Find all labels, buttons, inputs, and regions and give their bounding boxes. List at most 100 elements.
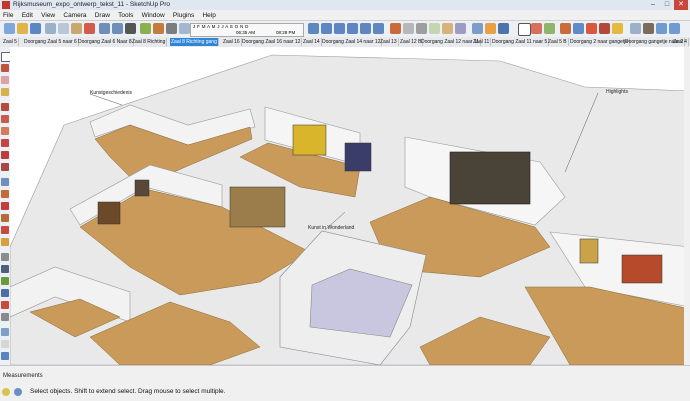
monochrome-icon[interactable] xyxy=(455,23,466,34)
protractor-icon[interactable] xyxy=(1,277,9,285)
menu-plugins[interactable]: Plugins xyxy=(170,11,197,21)
orbit-icon[interactable] xyxy=(630,23,641,34)
dimension-icon[interactable] xyxy=(1,265,9,273)
offset-icon[interactable] xyxy=(612,23,623,34)
minimize-button[interactable]: – xyxy=(646,0,660,10)
shadow-time-start: 06:35 AM xyxy=(236,30,256,35)
rotate-tool-icon[interactable] xyxy=(1,202,9,210)
front-view-icon[interactable] xyxy=(334,23,345,34)
vertical-scrollbar[interactable] xyxy=(684,47,690,365)
copy-icon[interactable] xyxy=(58,23,69,34)
pushpull-tool-icon[interactable] xyxy=(1,190,9,198)
select-tool-icon[interactable] xyxy=(518,23,531,36)
scale-tool-icon[interactable] xyxy=(1,226,9,234)
circle-tool-icon[interactable] xyxy=(1,151,9,159)
right-view-icon[interactable] xyxy=(347,23,358,34)
paint-bucket-icon[interactable] xyxy=(544,23,555,34)
text-tool-icon[interactable] xyxy=(1,289,9,297)
shaded-icon[interactable] xyxy=(429,23,440,34)
section-display-icon[interactable] xyxy=(485,23,496,34)
textures-icon[interactable] xyxy=(442,23,453,34)
eraser-icon[interactable] xyxy=(531,23,542,34)
cut-icon[interactable] xyxy=(45,23,56,34)
hidden-line-icon[interactable] xyxy=(416,23,427,34)
save-icon[interactable] xyxy=(30,23,41,34)
geolocation-icon[interactable] xyxy=(2,388,10,396)
new-file-icon[interactable] xyxy=(4,23,15,34)
model-info-icon[interactable] xyxy=(140,23,151,34)
make-component-icon[interactable] xyxy=(1,64,9,72)
scene-tab-4[interactable]: Zaal 8 Richting gang xyxy=(170,38,219,46)
model-viewport[interactable]: Kunstgeschiedenis Highlights Kunst in Wo… xyxy=(10,47,690,365)
top-view-icon[interactable] xyxy=(321,23,332,34)
tape-measure-icon[interactable] xyxy=(1,253,9,261)
scene-tab-1[interactable]: Doorgang Zaal 5 naar 6 xyxy=(23,38,79,46)
redo-icon[interactable] xyxy=(112,23,123,34)
back-view-icon[interactable] xyxy=(360,23,371,34)
menu-view[interactable]: View xyxy=(38,11,58,21)
iso-view-icon[interactable] xyxy=(308,23,319,34)
rectangle-tool-icon[interactable] xyxy=(1,139,9,147)
fog-icon[interactable] xyxy=(179,23,190,34)
pushpull-icon[interactable] xyxy=(560,23,571,34)
scene-tab-12[interactable]: Zaal 11 xyxy=(472,38,492,46)
section-plane-icon[interactable] xyxy=(472,23,483,34)
polygon-tool-icon[interactable] xyxy=(1,163,9,171)
shadow-settings-slider[interactable]: J F M A M J J A S O N D 06:35 AM 08:28 P… xyxy=(190,23,304,37)
credits-icon[interactable] xyxy=(14,388,23,396)
museum-model: Kunstgeschiedenis Highlights Kunst in Wo… xyxy=(10,54,690,365)
pan-icon[interactable] xyxy=(643,23,654,34)
components-icon[interactable] xyxy=(153,23,164,34)
menu-window[interactable]: Window xyxy=(139,11,168,21)
move-icon[interactable] xyxy=(573,23,584,34)
scene-tab-17[interactable]: Zaal 4 xyxy=(672,38,689,46)
paste-icon[interactable] xyxy=(71,23,82,34)
scene-tab-9[interactable]: Zaal 13 xyxy=(379,38,399,46)
print-icon[interactable] xyxy=(125,23,136,34)
shadows-icon[interactable] xyxy=(166,23,177,34)
menu-edit[interactable]: Edit xyxy=(19,11,36,21)
zoom-icon[interactable] xyxy=(656,23,667,34)
move-tool-icon[interactable] xyxy=(1,178,9,186)
open-folder-icon[interactable] xyxy=(17,23,28,34)
3d-text-icon[interactable] xyxy=(1,313,9,321)
scene-tab-7[interactable]: Zaal 14 xyxy=(302,38,322,46)
orbit-tool-icon[interactable] xyxy=(1,328,9,336)
menu-bar: File Edit View Camera Draw Tools Window … xyxy=(0,10,690,21)
arc-tool-icon[interactable] xyxy=(1,115,9,123)
section-cut-icon[interactable] xyxy=(498,23,509,34)
scene-tab-2[interactable]: Doorgang Zaal 6 Naar 8 xyxy=(77,38,134,46)
scene-tab-13[interactable]: Doorgang Zaal 11 naar 5 xyxy=(491,38,550,46)
line-tool-icon[interactable] xyxy=(1,103,9,111)
wireframe-icon[interactable] xyxy=(403,23,414,34)
menu-file[interactable]: File xyxy=(0,11,16,21)
scene-tab-5[interactable]: Zaal 16 xyxy=(222,38,242,46)
scene-tab-6[interactable]: Doorgang Zaal 16 naar 12 xyxy=(241,38,303,46)
eraser-tool-icon[interactable] xyxy=(1,76,9,84)
scene-tab-8[interactable]: Doorgang Zaal 14 naar 12 xyxy=(321,38,383,46)
scene-tab-0[interactable]: Zaal 5 xyxy=(2,38,19,46)
zoom-tool-icon[interactable] xyxy=(1,352,9,360)
freehand-tool-icon[interactable] xyxy=(1,127,9,135)
left-view-icon[interactable] xyxy=(373,23,384,34)
close-button[interactable]: ✕ xyxy=(674,0,688,10)
paint-tool-icon[interactable] xyxy=(1,88,9,96)
menu-tools[interactable]: Tools xyxy=(115,11,136,21)
menu-draw[interactable]: Draw xyxy=(92,11,113,21)
scale-icon[interactable] xyxy=(599,23,610,34)
axes-tool-icon[interactable] xyxy=(1,301,9,309)
maximize-button[interactable]: □ xyxy=(660,0,674,10)
menu-camera[interactable]: Camera xyxy=(60,11,89,21)
menu-help[interactable]: Help xyxy=(199,11,218,21)
undo-icon[interactable] xyxy=(99,23,110,34)
scene-tab-15[interactable]: Doorgang 2 naar gangetje xyxy=(569,38,631,46)
zoom-extents-icon[interactable] xyxy=(669,23,680,34)
scene-tab-3[interactable]: Zaal 8 Richting xyxy=(131,38,168,46)
xray-icon[interactable] xyxy=(390,23,401,34)
scene-tab-14[interactable]: Zaal 5 B xyxy=(547,38,569,46)
pan-tool-icon[interactable] xyxy=(1,340,9,348)
erase-icon[interactable] xyxy=(84,23,95,34)
rotate-icon[interactable] xyxy=(586,23,597,34)
offset-tool-icon[interactable] xyxy=(1,238,9,246)
followme-tool-icon[interactable] xyxy=(1,214,9,222)
